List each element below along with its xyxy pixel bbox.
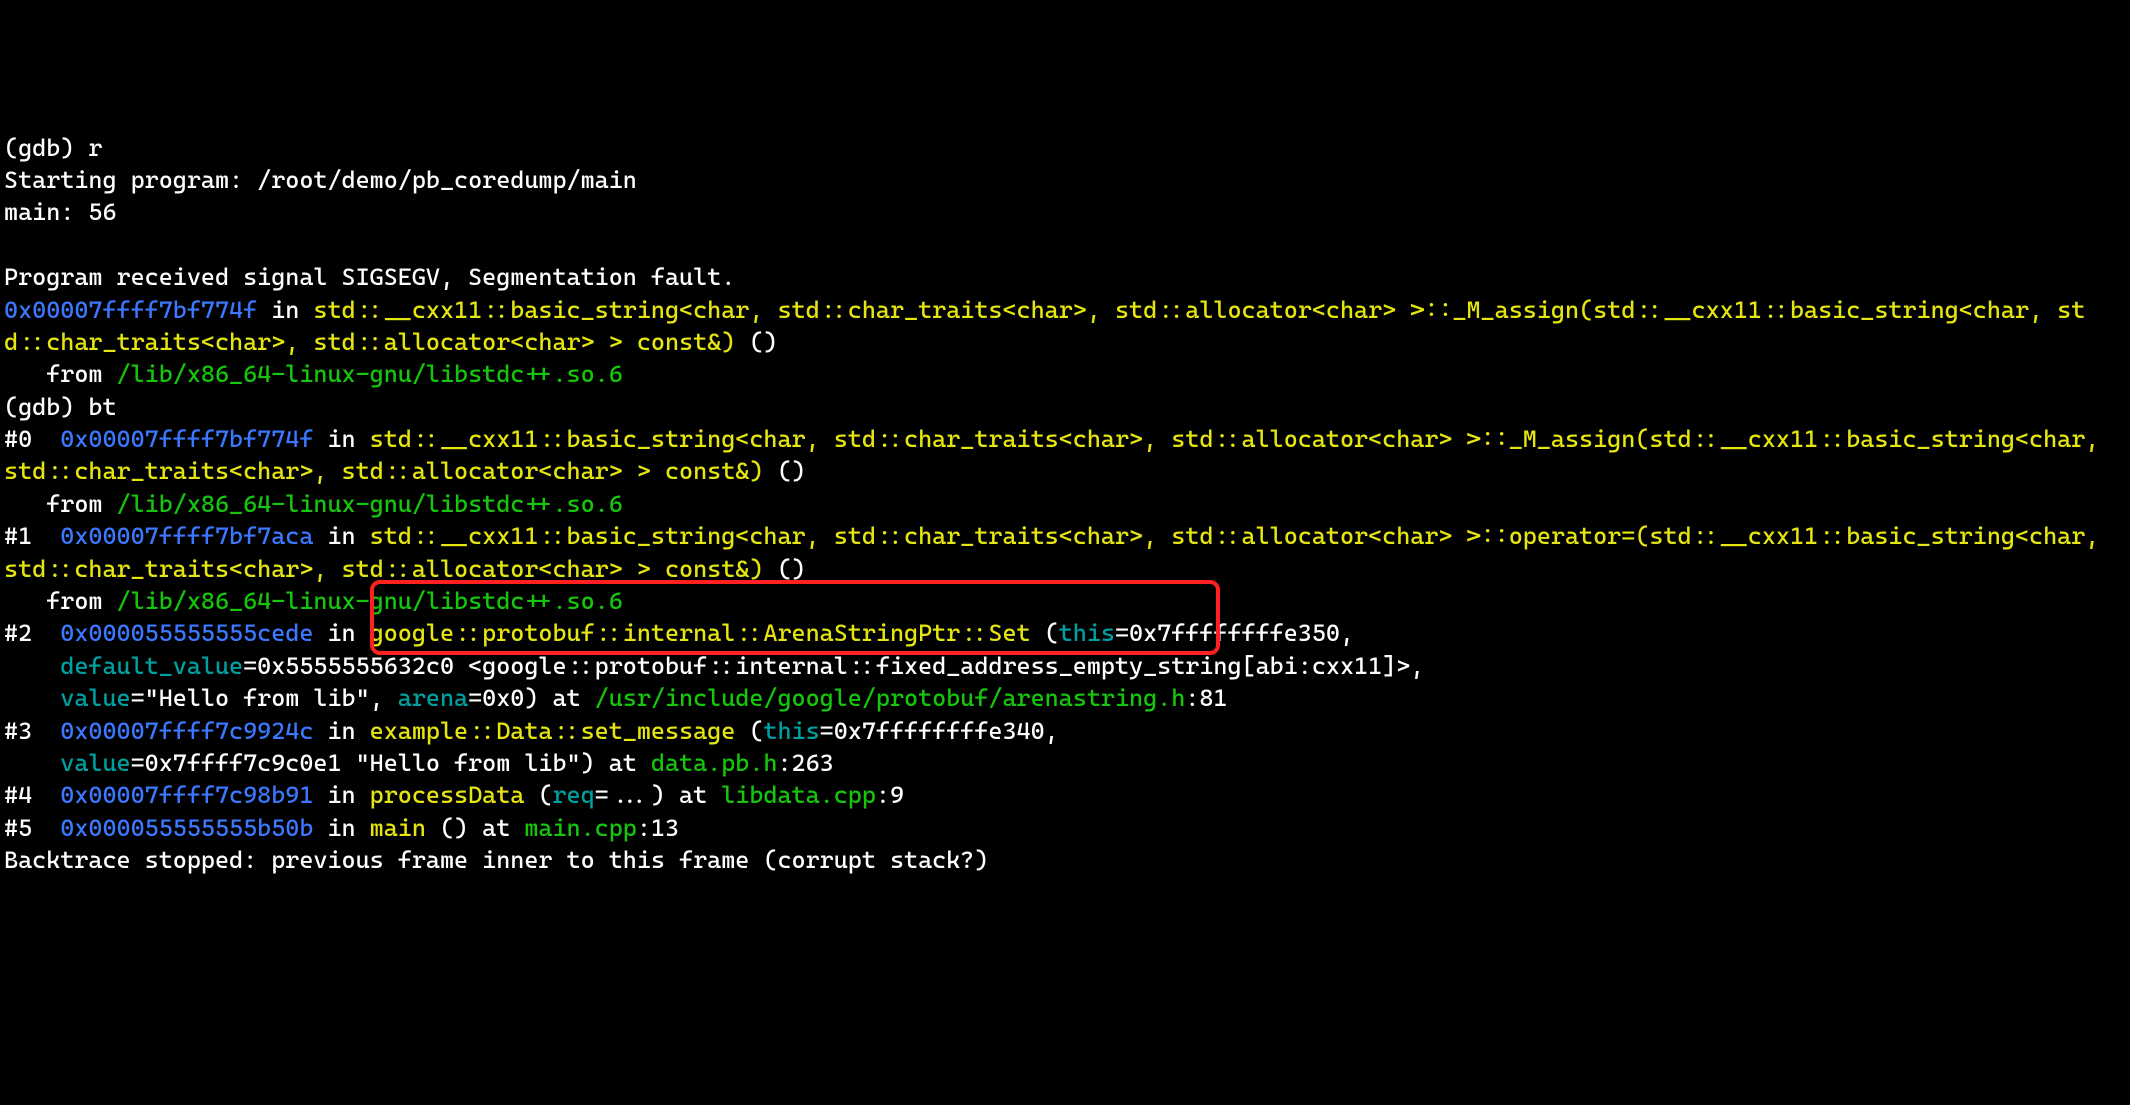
gdb-prompt: (gdb) (4, 393, 88, 421)
param-value: ="Hello from lib", (131, 684, 398, 712)
param-value: =...) at (595, 781, 722, 809)
at-keyword: () at (426, 814, 524, 842)
from-keyword: from (4, 360, 117, 388)
gdb-cmd-bt: bt (88, 393, 116, 421)
param-req: req (552, 781, 594, 809)
frame-2-function: google::protobuf::internal::ArenaStringP… (370, 619, 1031, 647)
param-value: =0x5555555632c0 <google::protobuf::inter… (243, 652, 1438, 680)
frame-5-function: main (370, 814, 426, 842)
frame-number-0: #0 (4, 425, 60, 453)
crash-library-path: /lib/x86_64-linux-gnu/libstdc++.so.6 (117, 360, 623, 388)
frame-5-file: main.cpp (524, 814, 637, 842)
in-keyword: in (313, 425, 369, 453)
frame-2-line: :81 (1185, 684, 1227, 712)
from-keyword: from (4, 587, 117, 615)
indent (4, 684, 60, 712)
param-arena: arena (398, 684, 468, 712)
frame-3-file: data.pb.h (651, 749, 778, 777)
gdb-prompt: (gdb) (4, 134, 88, 162)
indent (4, 652, 60, 680)
frame-2-address: 0x000055555555cede (60, 619, 313, 647)
frame-0-path: /lib/x86_64-linux-gnu/libstdc++.so.6 (117, 490, 623, 518)
param-this: this (1059, 619, 1115, 647)
frame-4-address: 0x00007ffff7c98b91 (60, 781, 313, 809)
frame-3-function: example::Data::set_message (370, 717, 736, 745)
frame-4-line: :9 (876, 781, 904, 809)
paren-open: ( (735, 717, 763, 745)
parens: () (735, 328, 777, 356)
in-keyword: in (313, 619, 369, 647)
signal-received: Program received signal SIGSEGV, Segment… (4, 263, 735, 291)
frame-number-4: #4 (4, 781, 60, 809)
param-value: =0x7ffffffffe340, (820, 717, 1073, 745)
param-default-value: default_value (60, 652, 243, 680)
frame-number-2: #2 (4, 619, 60, 647)
frame-2-file: /usr/include/google/protobuf/arenastring… (595, 684, 1186, 712)
frame-number-1: #1 (4, 522, 60, 550)
param-this: this (763, 717, 819, 745)
frame-1-address: 0x00007ffff7bf7aca (60, 522, 313, 550)
crash-address: 0x00007ffff7bf774f (4, 296, 257, 324)
param-value: =0x7ffffffffe350, (1115, 619, 1368, 647)
from-keyword: from (4, 490, 117, 518)
frame-number-3: #3 (4, 717, 60, 745)
frame-4-function: processData (370, 781, 525, 809)
parens: () (763, 555, 805, 583)
param-value-name: value (60, 749, 130, 777)
gdb-cmd-run: r (88, 134, 102, 162)
in-keyword: in (313, 814, 369, 842)
in-keyword: in (257, 296, 313, 324)
in-keyword: in (313, 781, 369, 809)
frame-0-address: 0x00007ffff7bf774f (60, 425, 313, 453)
backtrace-stopped: Backtrace stopped: previous frame inner … (4, 846, 988, 874)
paren-open: ( (1031, 619, 1059, 647)
param-value: =0x0) at (468, 684, 595, 712)
frame-1-path: /lib/x86_64-linux-gnu/libstdc++.so.6 (117, 587, 623, 615)
frame-5-address: 0x000055555555b50b (60, 814, 313, 842)
terminal-output: (gdb) r Starting program: /root/demo/pb_… (4, 132, 2126, 877)
in-keyword: in (313, 522, 369, 550)
frame-3-address: 0x00007ffff7c9924c (60, 717, 313, 745)
param-value: =0x7ffff7c9c0e1 "Hello from lib") at (131, 749, 651, 777)
param-value-name: value (60, 684, 130, 712)
starting-program: Starting program: /root/demo/pb_coredump… (4, 166, 637, 194)
crash-function-signature: std::__cxx11::basic_string<char, std::ch… (4, 296, 2085, 356)
frame-5-line: :13 (637, 814, 679, 842)
paren-open: ( (524, 781, 552, 809)
in-keyword: in (313, 717, 369, 745)
main-output: main: 56 (4, 198, 117, 226)
frame-number-5: #5 (4, 814, 60, 842)
parens: () (763, 457, 805, 485)
frame-3-line: :263 (777, 749, 833, 777)
indent (4, 749, 60, 777)
frame-4-file: libdata.cpp (721, 781, 876, 809)
